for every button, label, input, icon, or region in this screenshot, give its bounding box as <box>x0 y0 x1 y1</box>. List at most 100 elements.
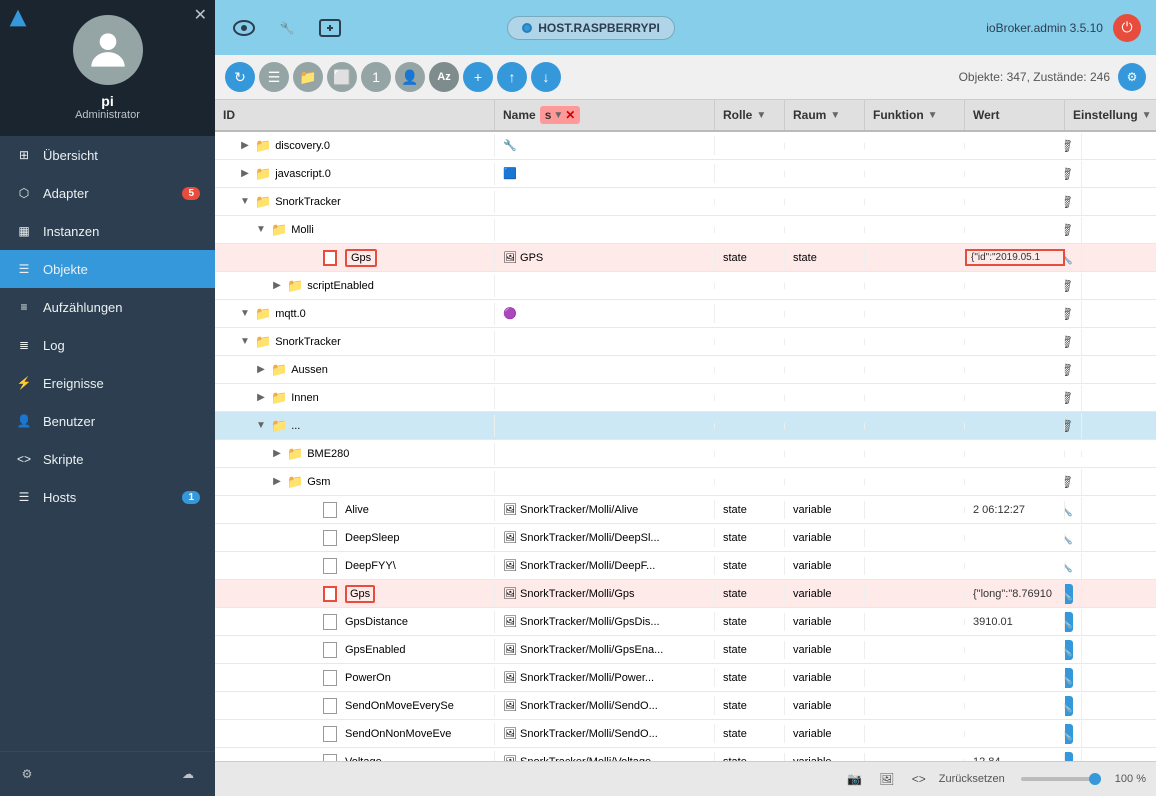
row-id-text: Aussen <box>291 364 328 376</box>
bottombar: 📷 🖼 <> Zurücksetzen 100 % <box>215 761 1156 796</box>
trash-icon[interactable]: 🗑 <box>1065 192 1073 212</box>
expand-icon[interactable]: ▶ <box>271 280 283 292</box>
sidebar-item-benutzer[interactable]: 👤 Benutzer <box>0 402 215 440</box>
zoom-slider[interactable] <box>1021 777 1101 781</box>
raum-sort-icon[interactable]: ▼ <box>830 110 840 121</box>
settings-icon[interactable]: 🔧 <box>1065 248 1073 268</box>
td-id: ▶ 📁 Aussen <box>215 359 495 381</box>
trash-icon[interactable]: 🗑 <box>1065 220 1073 240</box>
name-icon: 🔧 <box>503 140 517 152</box>
sidebar-item-aufzaehlungen[interactable]: ≡ Aufzählungen <box>0 288 215 326</box>
upload-button[interactable]: ↑ <box>497 62 527 92</box>
td-raum: variable <box>785 501 865 519</box>
td-name: 🖼 SnorkTracker/Molli/DeepSl... <box>495 528 715 547</box>
settings-icon[interactable]: 🔧 <box>1065 556 1073 576</box>
cloud-icon[interactable]: ☁ <box>176 762 200 786</box>
sidebar-item-hosts[interactable]: ☰ Hosts 1 <box>0 478 215 516</box>
td-raum <box>785 227 865 233</box>
expand-icon[interactable]: ▼ <box>255 224 267 236</box>
file-icon <box>323 670 337 686</box>
expand-icon[interactable]: ▼ <box>239 336 251 348</box>
id-button[interactable]: 1 <box>361 62 391 92</box>
settings-icon[interactable]: 🔧 <box>1065 528 1073 548</box>
trash-icon[interactable]: 🗑 <box>1065 136 1073 156</box>
sort-icon[interactable]: ▼ <box>553 110 563 121</box>
eye-icon[interactable] <box>230 14 258 42</box>
code-icon: <> <box>15 450 33 468</box>
camera-button[interactable]: ⬜ <box>327 62 357 92</box>
table-row: ▼ 📁 SnorkTracker 🗑 <box>215 328 1156 356</box>
trash-icon[interactable]: 🗑 <box>1065 304 1073 324</box>
sidebar-item-log[interactable]: ≣ Log <box>0 326 215 364</box>
settings-icon[interactable]: 🔧 <box>1065 668 1073 688</box>
settings-icon[interactable]: 🔧 <box>1065 724 1073 744</box>
trash-icon[interactable]: 🗑 <box>1065 276 1073 296</box>
add-button[interactable]: + <box>463 62 493 92</box>
code-bottom-icon[interactable]: <> <box>907 767 931 791</box>
settings-icon[interactable]: 🔧 <box>1065 640 1073 660</box>
td-funktion <box>865 311 965 317</box>
image-bottom-icon[interactable]: 🖼 <box>875 767 899 791</box>
toolbar-settings-icon[interactable]: ⚙ <box>1118 63 1146 91</box>
th-id-label: ID <box>223 108 235 122</box>
trash-icon[interactable]: 🗑 <box>1065 332 1073 352</box>
expand-icon[interactable]: ▶ <box>271 448 283 460</box>
zoom-track[interactable] <box>1021 777 1101 781</box>
trash-icon[interactable]: 🗑 <box>1065 472 1073 492</box>
download-button[interactable]: ↓ <box>531 62 561 92</box>
td-raum <box>785 143 865 149</box>
folder-icon: 📁 <box>255 194 271 210</box>
row-id-text: DeepFYY\ <box>345 560 396 572</box>
td-rolle <box>715 339 785 345</box>
settings-icon[interactable]: ⚙ <box>15 762 39 786</box>
folder-icon: 📁 <box>287 474 303 490</box>
sidebar-item-uebersicht[interactable]: ⊞ Übersicht <box>0 136 215 174</box>
rolle-sort-icon[interactable]: ▼ <box>756 110 766 121</box>
refresh-button[interactable]: ↻ <box>225 62 255 92</box>
list-view-button[interactable]: ☰ <box>259 62 289 92</box>
user-button[interactable]: 👤 <box>395 62 425 92</box>
filter-clear-icon[interactable]: ✕ <box>565 108 575 122</box>
name-filter[interactable]: s ▼ ✕ <box>540 106 581 124</box>
power-button[interactable]: ⏻ <box>1113 14 1141 42</box>
table-area: ID Name s ▼ ✕ Rolle ▼ Raum ▼ Funktion ▼ <box>215 100 1156 761</box>
expand-icon[interactable]: ▶ <box>239 168 251 180</box>
trash-icon[interactable]: 🗑 <box>1065 416 1073 436</box>
sidebar-item-instanzen[interactable]: ▦ Instanzen <box>0 212 215 250</box>
settings-icon[interactable]: 🔧 <box>1065 696 1073 716</box>
td-funktion <box>865 367 965 373</box>
td-id: Gps <box>215 582 495 606</box>
expand-icon[interactable]: ▶ <box>255 392 267 404</box>
expand-icon[interactable]: ▼ <box>239 308 251 320</box>
sidebar-item-objekte[interactable]: ☰ Objekte <box>0 250 215 288</box>
expand-icon[interactable]: ▼ <box>239 196 251 208</box>
az-button[interactable]: Az <box>429 62 459 92</box>
sidebar-item-skripte[interactable]: <> Skripte <box>0 440 215 478</box>
expand-icon[interactable]: ▶ <box>239 140 251 152</box>
expand-icon[interactable]: ▼ <box>255 420 267 432</box>
name-icon: 🖼 <box>503 616 517 628</box>
trash-icon[interactable]: 🗑 <box>1065 360 1073 380</box>
host-pill[interactable]: HOST.RASPBERRYPI <box>507 16 675 40</box>
expand-icon[interactable]: ▶ <box>255 364 267 376</box>
einstellung-sort-icon[interactable]: ▼ <box>1142 110 1152 121</box>
expand-icon[interactable]: ▶ <box>271 476 283 488</box>
trash-icon[interactable]: 🗑 <box>1065 164 1073 184</box>
funktion-sort-icon[interactable]: ▼ <box>928 110 938 121</box>
export-icon[interactable] <box>316 14 344 42</box>
settings-icon[interactable]: 🔧 <box>1065 752 1073 762</box>
wrench-icon[interactable]: 🔧 <box>273 14 301 42</box>
sidebar-item-adapter[interactable]: ⬡ Adapter 5 <box>0 174 215 212</box>
settings-icon[interactable]: 🔧 <box>1065 612 1073 632</box>
td-actions: ✏ 🗑 🔧 <box>1065 553 1082 579</box>
row-id-text: Gps <box>345 585 375 603</box>
settings-icon[interactable]: 🔧 <box>1065 584 1073 604</box>
folder-button[interactable]: 📁 <box>293 62 323 92</box>
camera-bottom-icon[interactable]: 📷 <box>843 767 867 791</box>
zoom-thumb[interactable] <box>1089 773 1101 785</box>
close-icon[interactable]: ✕ <box>194 5 207 25</box>
row-id-text: GpsDistance <box>345 616 408 628</box>
trash-icon[interactable]: 🗑 <box>1065 388 1073 408</box>
sidebar-item-ereignisse[interactable]: ⚡ Ereignisse <box>0 364 215 402</box>
settings-icon[interactable]: 🔧 <box>1065 500 1073 520</box>
